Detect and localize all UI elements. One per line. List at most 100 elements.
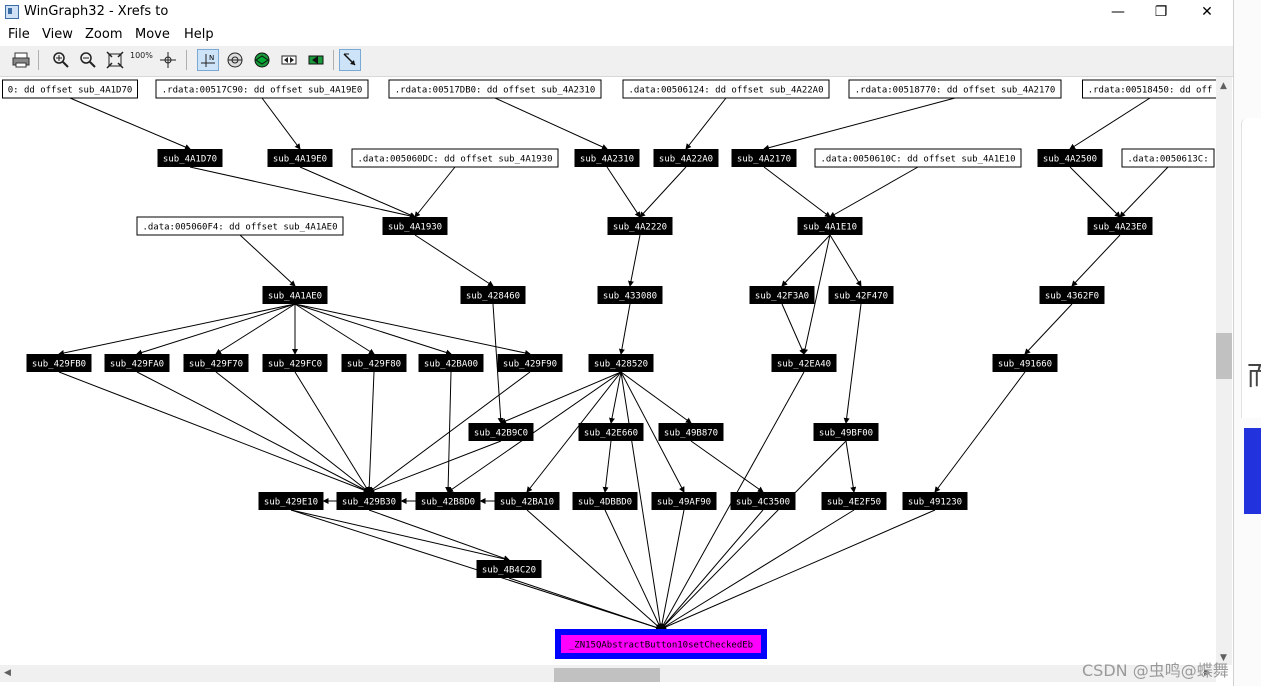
relayout-icon[interactable] bbox=[305, 49, 327, 71]
minimize-button[interactable]: — bbox=[1095, 0, 1141, 24]
graph-canvas[interactable]: 0: dd offset sub_4A1D70 .rdata:00517C90: … bbox=[0, 77, 1216, 665]
function-node[interactable]: sub_49BF00 bbox=[813, 423, 879, 441]
xref-edge bbox=[763, 166, 831, 218]
node-label: sub_4DBBD0 bbox=[578, 498, 632, 508]
function-node[interactable]: sub_4A23E0 bbox=[1087, 217, 1153, 235]
radar-icon[interactable] bbox=[224, 49, 246, 71]
fit-window-icon[interactable] bbox=[104, 49, 126, 71]
function-node[interactable]: sub_433080 bbox=[597, 286, 663, 304]
xref-data-node[interactable]: .rdata:00517DB0: dd offset sub_4A2310 bbox=[388, 79, 602, 99]
function-node[interactable]: sub_42F3A0 bbox=[749, 286, 815, 304]
function-node[interactable]: sub_49AF90 bbox=[651, 492, 717, 510]
function-node[interactable]: sub_49B870 bbox=[658, 423, 724, 441]
function-node[interactable]: sub_429FA0 bbox=[104, 354, 170, 372]
node-label: .data:005060DC: dd offset sub_4A1930 bbox=[357, 155, 552, 165]
xref-edge bbox=[189, 166, 416, 219]
function-node[interactable]: sub_4A1D70 bbox=[157, 149, 223, 167]
function-node[interactable]: sub_4A2170 bbox=[731, 149, 797, 167]
menu-help[interactable]: Help bbox=[184, 27, 214, 42]
node-label: sub_49B870 bbox=[664, 429, 718, 439]
function-node[interactable]: sub_4A2310 bbox=[574, 149, 640, 167]
function-node[interactable]: sub_429E10 bbox=[258, 492, 324, 510]
function-node[interactable]: sub_4A1AE0 bbox=[262, 286, 328, 304]
node-label: sub_433080 bbox=[603, 292, 657, 302]
node-label: sub_429FB0 bbox=[32, 360, 86, 370]
close-button[interactable]: ✕ bbox=[1184, 0, 1230, 24]
xref-data-node[interactable]: .data:0050610C: dd offset sub_4A1E10 bbox=[814, 148, 1022, 168]
zoom-out-icon[interactable] bbox=[77, 49, 99, 71]
xref-data-node[interactable]: .data:0050613C: bbox=[1121, 148, 1215, 168]
xref-data-node[interactable]: 0: dd offset sub_4A1D70 bbox=[2, 79, 138, 99]
zoom-in-icon[interactable] bbox=[50, 49, 72, 71]
node-label: sub_4A2310 bbox=[580, 155, 634, 165]
function-node[interactable]: sub_4A2500 bbox=[1037, 149, 1103, 167]
zoom-100-button[interactable]: 100% bbox=[130, 49, 153, 73]
function-node[interactable]: sub_4A19E0 bbox=[267, 149, 333, 167]
xref-data-node[interactable]: .rdata:00518450: dd off bbox=[1082, 79, 1217, 99]
vertical-scroll-thumb[interactable] bbox=[1216, 333, 1232, 379]
function-node[interactable]: sub_429FC0 bbox=[262, 354, 328, 372]
function-node[interactable]: sub_429FB0 bbox=[26, 354, 92, 372]
function-node[interactable]: sub_429B30 bbox=[336, 492, 402, 510]
target-function-node[interactable]: _ZN15QAbstractButton10setCheckedEb bbox=[555, 629, 767, 659]
function-node[interactable]: sub_429F70 bbox=[183, 354, 249, 372]
node-label: sub_42BA10 bbox=[500, 498, 554, 508]
horizontal-scroll-thumb[interactable] bbox=[554, 668, 660, 682]
globe-icon[interactable] bbox=[251, 49, 273, 71]
function-node[interactable]: sub_491660 bbox=[992, 354, 1058, 372]
arrow-select-icon[interactable] bbox=[339, 49, 361, 71]
function-node[interactable]: sub_42BA10 bbox=[494, 492, 560, 510]
function-node[interactable]: sub_429F90 bbox=[497, 354, 563, 372]
xref-data-node[interactable]: .rdata:00517C90: dd offset sub_4A19E0 bbox=[155, 79, 369, 99]
scroll-left-icon[interactable]: ◀ bbox=[4, 668, 11, 678]
function-node[interactable]: sub_42F470 bbox=[828, 286, 894, 304]
xref-data-node[interactable]: .rdata:00518770: dd offset sub_4A2170 bbox=[848, 79, 1062, 99]
xref-data-node[interactable]: .data:005060F4: dd offset sub_4A1AE0 bbox=[136, 216, 344, 236]
function-node[interactable]: sub_42EA40 bbox=[771, 354, 837, 372]
layout-north-icon[interactable]: N bbox=[197, 49, 219, 71]
print-icon[interactable] bbox=[10, 49, 32, 71]
node-label: sub_42F470 bbox=[834, 292, 888, 302]
xref-edge bbox=[843, 303, 862, 424]
function-node[interactable]: sub_4A2220 bbox=[607, 217, 673, 235]
xref-edge bbox=[659, 509, 685, 630]
function-node[interactable]: sub_4A1930 bbox=[382, 217, 448, 235]
function-node[interactable]: sub_4A22A0 bbox=[653, 149, 719, 167]
xref-data-node[interactable]: .data:00506124: dd offset sub_4A22A0 bbox=[622, 79, 830, 99]
flip-icon[interactable] bbox=[278, 49, 300, 71]
function-node[interactable]: sub_42E660 bbox=[578, 423, 644, 441]
function-node[interactable]: sub_429F80 bbox=[341, 354, 407, 372]
maximize-button[interactable]: ❐ bbox=[1138, 0, 1184, 24]
toolbar-separator bbox=[38, 50, 39, 70]
xref-edge bbox=[660, 509, 855, 630]
function-node[interactable]: sub_42BA00 bbox=[418, 354, 484, 372]
center-icon[interactable] bbox=[157, 49, 179, 71]
xref-edge bbox=[660, 509, 764, 630]
menu-file[interactable]: File bbox=[8, 27, 30, 42]
function-node[interactable]: sub_4C3500 bbox=[730, 492, 796, 510]
xref-data-node[interactable]: .data:005060DC: dd offset sub_4A1930 bbox=[351, 148, 559, 168]
function-node[interactable]: sub_491230 bbox=[902, 492, 968, 510]
function-node[interactable]: sub_428460 bbox=[460, 286, 526, 304]
function-node[interactable]: sub_4A1E10 bbox=[797, 217, 863, 235]
title-bar[interactable]: WinGraph32 - Xrefs to — ❐ ✕ bbox=[0, 0, 1233, 24]
menu-move[interactable]: Move bbox=[135, 27, 170, 42]
node-label: sub_429FA0 bbox=[110, 360, 164, 370]
xref-edge bbox=[136, 303, 296, 356]
function-node[interactable]: sub_4E2F50 bbox=[821, 492, 887, 510]
node-label: sub_4A19E0 bbox=[273, 155, 327, 165]
svg-text:N: N bbox=[209, 54, 214, 62]
menu-view[interactable]: View bbox=[42, 27, 73, 42]
node-label: .rdata:00518770: dd offset sub_4A2170 bbox=[855, 86, 1055, 96]
xref-edge bbox=[763, 97, 956, 151]
function-node[interactable]: sub_42B9C0 bbox=[468, 423, 534, 441]
function-node[interactable]: sub_42B8D0 bbox=[415, 492, 481, 510]
function-node[interactable]: sub_428520 bbox=[588, 354, 654, 372]
scroll-up-icon[interactable]: ▲ bbox=[1220, 81, 1227, 91]
function-node[interactable]: sub_4362F0 bbox=[1039, 286, 1105, 304]
function-node[interactable]: sub_4DBBD0 bbox=[572, 492, 638, 510]
menu-zoom[interactable]: Zoom bbox=[85, 27, 122, 42]
function-node[interactable]: sub_4B4C20 bbox=[476, 560, 542, 578]
wingraph-window: WinGraph32 - Xrefs to — ❐ ✕ File View Zo… bbox=[0, 0, 1234, 686]
xref-edge bbox=[261, 97, 301, 150]
